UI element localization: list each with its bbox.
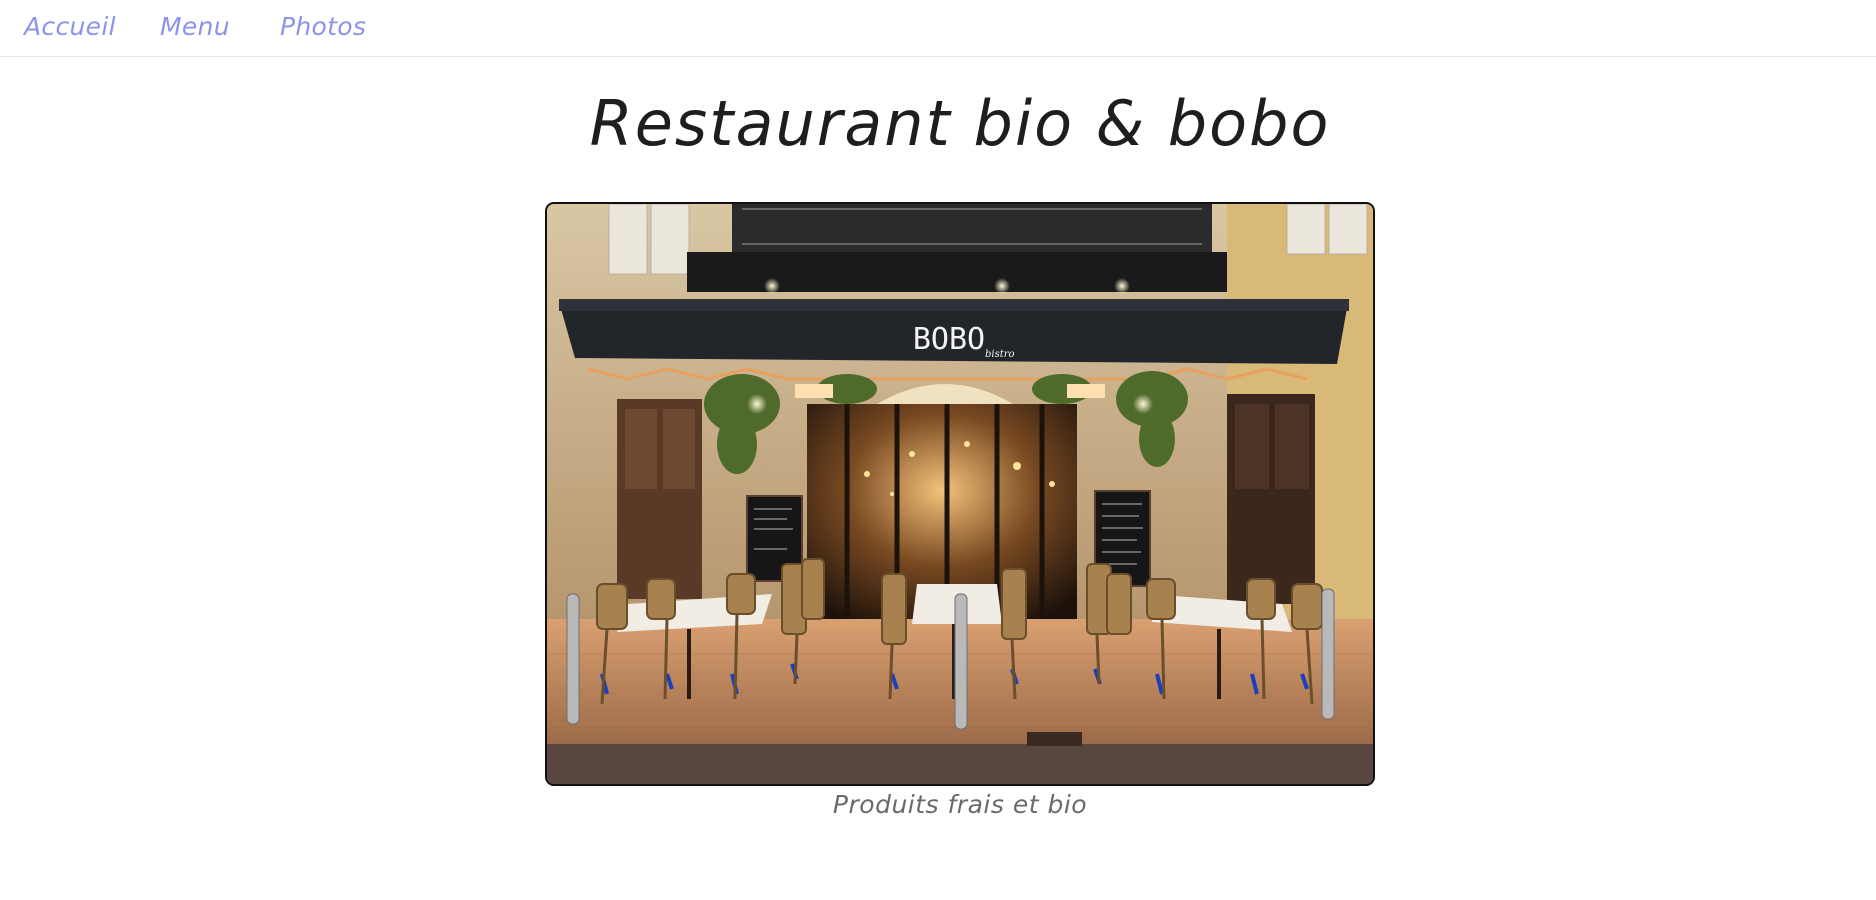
top-navigation: Accueil Menu Photos	[0, 0, 1876, 57]
restaurant-photo: BOBO bistro	[545, 202, 1375, 786]
awning-sign: BOBO	[913, 322, 985, 357]
page-title: Restaurant bio & bobo	[589, 87, 1331, 160]
restaurant-photo-illustration: BOBO bistro	[547, 204, 1373, 784]
nav-link-accueil[interactable]: Accueil	[24, 12, 116, 41]
awning-subtitle: bistro	[985, 349, 1015, 360]
nav-link-menu[interactable]: Menu	[160, 12, 230, 41]
photo-caption: Produits frais et bio	[832, 790, 1088, 819]
nav-link-photos[interactable]: Photos	[280, 12, 366, 41]
